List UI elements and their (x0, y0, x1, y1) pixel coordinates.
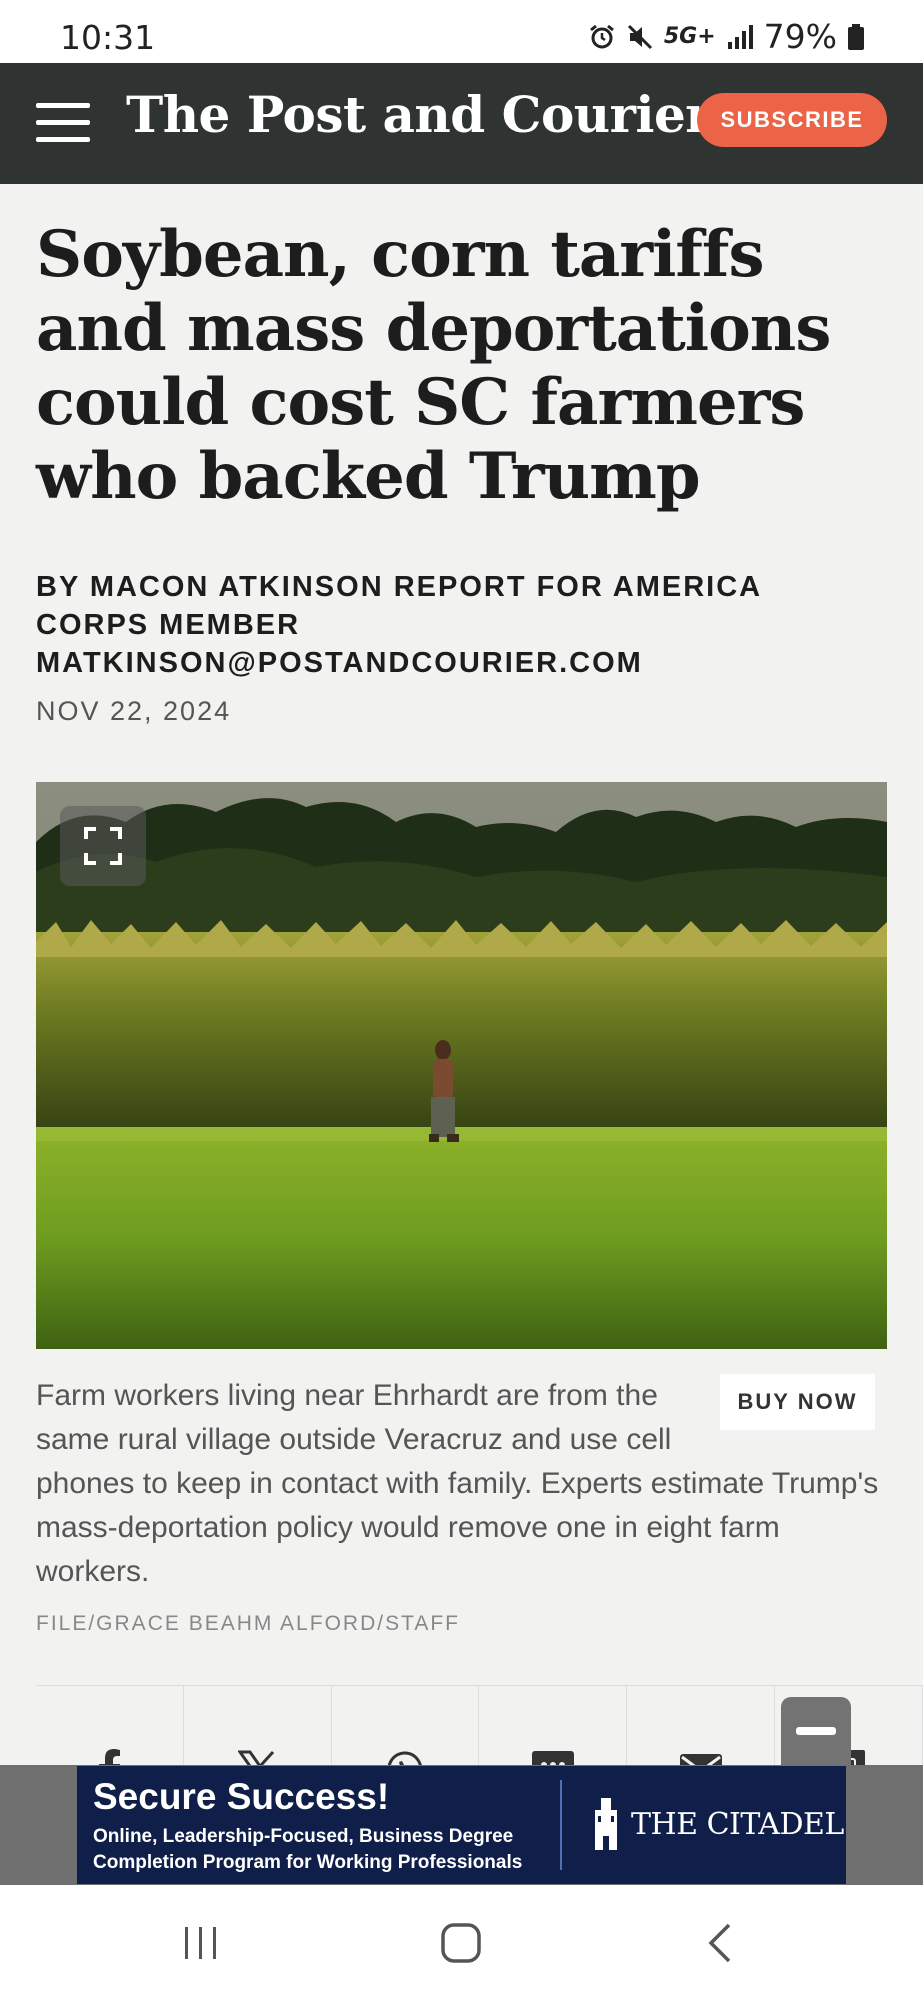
home-icon (441, 1923, 481, 1963)
ad-divider (560, 1780, 562, 1870)
article-date: NOV 22, 2024 (36, 696, 232, 726)
home-button[interactable] (436, 1915, 486, 1971)
system-nav-bar (0, 1885, 923, 2000)
ad-brand-logo: THE CITADEL (589, 1796, 844, 1852)
recent-apps-button[interactable] (178, 1915, 224, 1971)
ad-banner[interactable]: Secure Success! Online, Leadership-Focus… (77, 1766, 846, 1884)
minus-icon (796, 1727, 836, 1735)
battery-icon (847, 23, 865, 51)
mute-icon (626, 23, 654, 51)
alarm-icon (588, 23, 616, 51)
signal-icon (726, 24, 754, 50)
article-headline: Soybean, corn tariffs and mass deportati… (36, 217, 831, 514)
article-byline[interactable]: BY MACON ATKINSON REPORT FOR AMERICA COR… (36, 568, 876, 682)
status-bar: 10:31 5G+ 79% (0, 0, 923, 63)
status-time: 10:31 (60, 18, 156, 57)
article-photo[interactable] (36, 782, 887, 1349)
citadel-tower-icon (595, 1798, 617, 1850)
ad-line-1: Online, Leadership-Focused, Business Deg… (93, 1826, 514, 1847)
photo-caption: BUY NOW Farm workers living near Ehrhard… (36, 1374, 887, 1594)
ad-brand-name: THE CITADEL (631, 1806, 844, 1842)
menu-icon[interactable] (36, 103, 90, 143)
status-icons: 5G+ 79% (588, 17, 865, 56)
ad-line-2: Completion Program for Working Professio… (93, 1852, 523, 1873)
expand-icon (84, 827, 122, 865)
farm-photo-illustration (36, 782, 887, 1349)
network-type: 5G+ (663, 24, 716, 49)
site-logo[interactable]: The Post and Courier (126, 85, 712, 144)
fullscreen-button[interactable] (60, 806, 146, 886)
recent-apps-icon (185, 1927, 216, 1959)
site-header: The Post and Courier SUBSCRIBE (0, 63, 923, 184)
subscribe-button[interactable]: SUBSCRIBE (697, 93, 887, 147)
back-button[interactable] (700, 1915, 740, 1971)
buy-now-button[interactable]: BUY NOW (720, 1374, 875, 1430)
photo-credit: FILE/GRACE BEAHM ALFORD/STAFF (36, 1612, 461, 1635)
battery-percent: 79% (763, 17, 837, 56)
back-icon (708, 1923, 731, 1963)
ad-title: Secure Success! (93, 1776, 390, 1817)
ad-subtitle: Online, Leadership-Focused, Business Deg… (93, 1824, 522, 1876)
